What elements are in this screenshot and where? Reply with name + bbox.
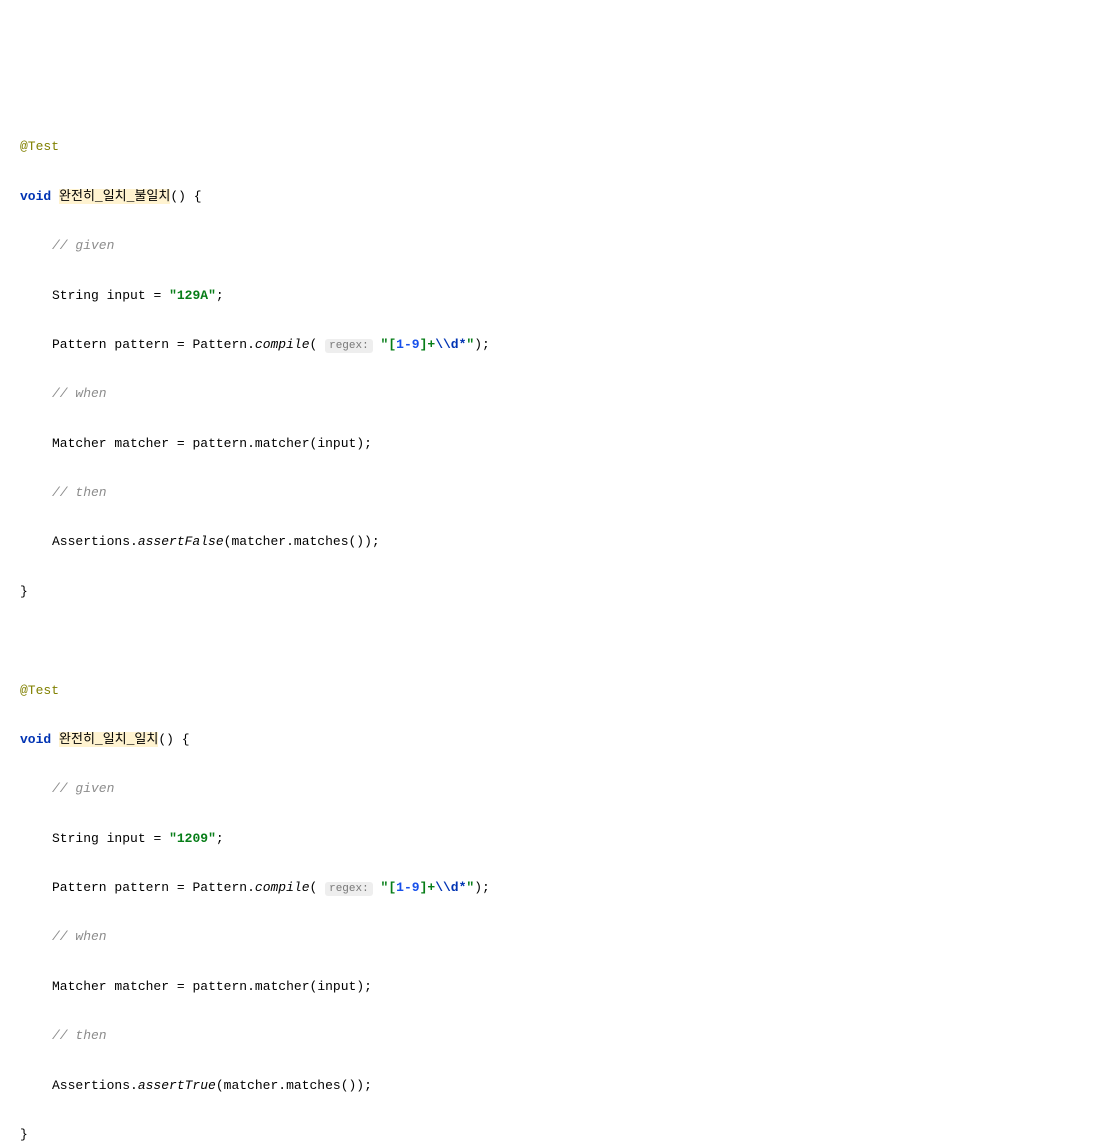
comment-given: // given — [52, 781, 114, 796]
code-line: @Test — [20, 135, 1089, 160]
equals: = — [153, 831, 161, 846]
code-line: Pattern pattern = Pattern.compile( regex… — [20, 333, 1089, 358]
var-pattern-ref: pattern — [192, 436, 247, 451]
var-pattern: pattern — [114, 880, 169, 895]
paren: () — [170, 189, 186, 204]
method-assert: assertTrue — [138, 1078, 216, 1093]
comment-when: // when — [52, 386, 107, 401]
regex-range: 1-9 — [396, 880, 419, 895]
code-line: void 완전히_일치_일치() { — [20, 728, 1089, 753]
code-line: // when — [20, 925, 1089, 950]
code-line: // when — [20, 382, 1089, 407]
code-line: void 완전히_일치_불일치() { — [20, 185, 1089, 210]
comment-then: // then — [52, 1028, 107, 1043]
method-compile: compile — [255, 337, 310, 352]
regex-range: 1-9 — [396, 337, 419, 352]
class-assertions: Assertions — [52, 534, 130, 549]
var-matcher: matcher — [114, 979, 169, 994]
brace-open: { — [194, 189, 202, 204]
type-string: String — [52, 288, 99, 303]
method-compile: compile — [255, 880, 310, 895]
regex-escape: \\d* — [435, 880, 466, 895]
method-name: 완전히_일치_일치 — [59, 732, 158, 747]
regex-quote: " — [466, 880, 474, 895]
keyword-void: void — [20, 189, 51, 204]
regex-plus: + — [427, 880, 435, 895]
code-block: @Test void 완전히_일치_불일치() { // given Strin… — [20, 111, 1089, 1144]
code-line: Assertions.assertTrue(matcher.matches())… — [20, 1074, 1089, 1099]
var-matcher-ref: matcher — [224, 1078, 279, 1093]
var-matcher: matcher — [114, 436, 169, 451]
code-line: // then — [20, 481, 1089, 506]
type-matcher: Matcher — [52, 436, 107, 451]
regex-bracket: ] — [420, 880, 428, 895]
annotation-test: @Test — [20, 683, 59, 698]
method-matcher: matcher — [255, 979, 310, 994]
type-string: String — [52, 831, 99, 846]
brace-open: { — [182, 732, 190, 747]
code-line: Assertions.assertFalse(matcher.matches()… — [20, 530, 1089, 555]
class-pattern: Pattern — [192, 337, 247, 352]
code-line: String input = "1209"; — [20, 827, 1089, 852]
annotation-test: @Test — [20, 139, 59, 154]
regex-bracket: [ — [388, 337, 396, 352]
code-line: } — [20, 1123, 1089, 1144]
paren: () — [158, 732, 174, 747]
equals: = — [177, 880, 185, 895]
var-pattern: pattern — [114, 337, 169, 352]
keyword-void: void — [20, 732, 51, 747]
code-line: // given — [20, 234, 1089, 259]
type-matcher: Matcher — [52, 979, 107, 994]
equals: = — [177, 979, 185, 994]
method-matches: matches — [286, 1078, 341, 1093]
var-input-ref: input — [317, 436, 356, 451]
semicolon: ; — [216, 288, 224, 303]
code-line: Matcher matcher = pattern.matcher(input)… — [20, 432, 1089, 457]
type-pattern: Pattern — [52, 880, 107, 895]
var-input-ref: input — [317, 979, 356, 994]
code-line: @Test — [20, 679, 1089, 704]
type-pattern: Pattern — [52, 337, 107, 352]
method-name: 완전히_일치_불일치 — [59, 189, 170, 204]
comment-when: // when — [52, 929, 107, 944]
method-matcher: matcher — [255, 436, 310, 451]
regex-quote: " — [381, 880, 389, 895]
comment-then: // then — [52, 485, 107, 500]
brace-close: } — [20, 1127, 28, 1142]
code-line: // then — [20, 1024, 1089, 1049]
comment-given: // given — [52, 238, 114, 253]
method-matches: matches — [294, 534, 349, 549]
var-input: input — [107, 288, 146, 303]
string-literal: "129A" — [169, 288, 216, 303]
equals: = — [177, 436, 185, 451]
semicolon: ; — [216, 831, 224, 846]
equals: = — [177, 337, 185, 352]
method-assert: assertFalse — [138, 534, 224, 549]
code-line: // given — [20, 777, 1089, 802]
brace-close: } — [20, 584, 28, 599]
var-pattern-ref: pattern — [192, 979, 247, 994]
code-line: } — [20, 580, 1089, 605]
param-hint: regex: — [325, 882, 373, 896]
var-input: input — [107, 831, 146, 846]
regex-bracket: [ — [388, 880, 396, 895]
code-line: String input = "129A"; — [20, 284, 1089, 309]
equals: = — [153, 288, 161, 303]
code-line: Matcher matcher = pattern.matcher(input)… — [20, 975, 1089, 1000]
param-hint: regex: — [325, 339, 373, 353]
code-line: Pattern pattern = Pattern.compile( regex… — [20, 876, 1089, 901]
class-pattern: Pattern — [192, 880, 247, 895]
regex-quote: " — [466, 337, 474, 352]
var-matcher-ref: matcher — [231, 534, 286, 549]
blank-line — [20, 629, 1089, 654]
regex-escape: \\d* — [435, 337, 466, 352]
class-assertions: Assertions — [52, 1078, 130, 1093]
string-literal: "1209" — [169, 831, 216, 846]
